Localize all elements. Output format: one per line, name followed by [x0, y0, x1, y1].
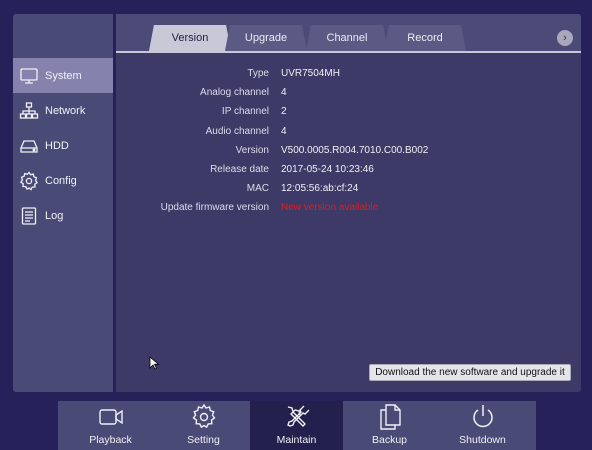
- sidebar-item-hdd[interactable]: HDD: [13, 128, 113, 163]
- hdd-icon: [19, 136, 39, 156]
- info-value: 2017-05-24 10:23:46: [281, 164, 374, 176]
- info-value: 2: [281, 106, 287, 118]
- info-value: V500.0005.R004.7010.C00.B002: [281, 144, 429, 156]
- info-row-type: Type UVR7504MH: [116, 64, 581, 83]
- maintain-button[interactable]: Maintain: [250, 401, 343, 450]
- info-row-analog-channel: Analog channel 4: [116, 83, 581, 102]
- sidebar-item-system[interactable]: System: [13, 58, 113, 93]
- shutdown-button[interactable]: Shutdown: [436, 401, 529, 450]
- camera-icon: [96, 403, 126, 431]
- backup-button[interactable]: Backup: [343, 401, 436, 450]
- info-label: Analog channel: [200, 87, 269, 99]
- sidebar-item-label: HDD: [45, 139, 69, 152]
- documents-icon: [375, 403, 405, 431]
- tab-underline: [116, 51, 581, 53]
- update-status: New version available: [281, 202, 379, 214]
- info-row-mac: MAC 12:05:56:ab:cf:24: [116, 179, 581, 198]
- sidebar-item-label: Network: [45, 104, 86, 117]
- info-label: IP channel: [221, 106, 269, 118]
- tab-record[interactable]: Record: [384, 25, 466, 51]
- info-label: Type: [247, 68, 269, 80]
- setting-button[interactable]: Setting: [157, 401, 250, 450]
- log-icon: [19, 206, 39, 226]
- app-window: System Network HDD Config Log Version Up…: [0, 0, 592, 450]
- chevron-right-icon: ›: [563, 32, 567, 44]
- info-row-ip-channel: IP channel 2: [116, 102, 581, 121]
- sidebar-item-network[interactable]: Network: [13, 93, 113, 128]
- tab-channel[interactable]: Channel: [306, 25, 388, 51]
- tab-label: Version: [171, 32, 209, 44]
- info-label: Release date: [210, 164, 269, 176]
- backup-label: Backup: [371, 434, 408, 446]
- playback-label: Playback: [89, 434, 132, 446]
- info-value: 12:05:56:ab:cf:24: [281, 183, 359, 195]
- info-row-release-date: Release date 2017-05-24 10:23:46: [116, 160, 581, 179]
- tab-label: Channel: [326, 32, 368, 44]
- info-label: MAC: [246, 183, 269, 195]
- gear-icon: [189, 403, 219, 431]
- info-value: 4: [281, 125, 287, 137]
- tab-version[interactable]: Version: [149, 25, 231, 51]
- maintain-label: Maintain: [276, 434, 317, 446]
- info-label: Audio channel: [205, 125, 269, 137]
- power-icon: [468, 403, 498, 431]
- monitor-icon: [19, 66, 39, 86]
- sidebar: System Network HDD Config Log: [13, 14, 113, 392]
- version-info: Type UVR7504MH Analog channel 4 IP chann…: [116, 64, 581, 218]
- setting-label: Setting: [187, 434, 220, 446]
- shutdown-label: Shutdown: [459, 434, 506, 446]
- sidebar-item-log[interactable]: Log: [13, 198, 113, 233]
- bottom-toolbar: Playback Setting Maintain Backup Shutdow…: [58, 401, 536, 450]
- sidebar-item-config[interactable]: Config: [13, 163, 113, 198]
- main-panel: Version Upgrade Channel Record › Type UV…: [116, 14, 581, 392]
- tab-upgrade[interactable]: Upgrade: [225, 25, 307, 51]
- tab-next-button[interactable]: ›: [557, 30, 573, 46]
- network-icon: [19, 101, 39, 121]
- playback-button[interactable]: Playback: [64, 401, 157, 450]
- sidebar-item-label: Config: [45, 174, 77, 187]
- sidebar-item-label: System: [45, 69, 82, 82]
- info-row-audio-channel: Audio channel 4: [116, 122, 581, 141]
- gear-icon: [19, 170, 39, 191]
- mouse-cursor-icon: [149, 356, 159, 370]
- tab-bar: Version Upgrade Channel Record ›: [116, 14, 581, 51]
- sidebar-item-label: Log: [45, 209, 64, 222]
- tab-label: Upgrade: [244, 32, 288, 44]
- tab-label: Record: [407, 32, 443, 44]
- info-value: UVR7504MH: [281, 68, 340, 80]
- info-label: Version: [235, 144, 269, 156]
- info-label: Update firmware version: [160, 202, 269, 214]
- tools-icon: [282, 403, 312, 431]
- info-row-version: Version V500.0005.R004.7010.C00.B002: [116, 141, 581, 160]
- info-value: 4: [281, 87, 287, 99]
- info-row-update-firmware: Update firmware version New version avai…: [116, 198, 581, 217]
- download-upgrade-button[interactable]: Download the new software and upgrade it: [369, 364, 571, 381]
